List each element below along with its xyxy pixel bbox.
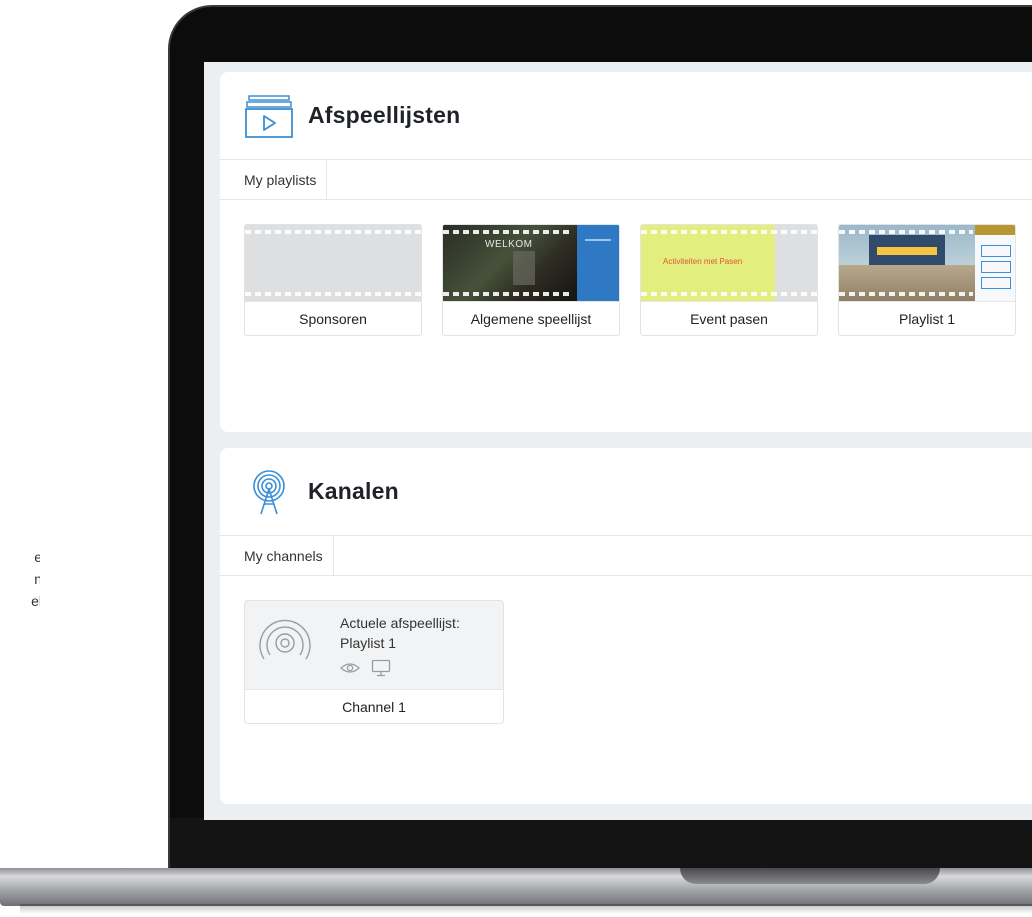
- channel-card-preview: Actuele afspeellijst: Playlist 1: [245, 601, 503, 689]
- playlist-card-label: Algemene speellijst: [443, 301, 619, 335]
- playlists-header: Afspeellijsten: [220, 72, 1032, 160]
- playlist-icon: [244, 91, 294, 141]
- channel-info: Actuele afspeellijst: Playlist 1: [340, 613, 460, 653]
- playlists-panel: Afspeellijsten My playlists Sponsoren WE: [220, 72, 1032, 432]
- playlist-card[interactable]: WELKOM Algemene speellijst: [442, 224, 620, 336]
- thumbnail-text: WELKOM: [485, 239, 533, 250]
- channels-title: Kanalen: [308, 478, 399, 504]
- current-playlist-label: Actuele afspeellijst:: [340, 615, 460, 631]
- tab-my-channels[interactable]: My channels: [220, 536, 334, 575]
- eye-icon[interactable]: [340, 661, 360, 680]
- playlist-thumbnail: [839, 225, 1015, 301]
- playlist-card[interactable]: Activiteiten met Pasen Event pasen: [640, 224, 818, 336]
- channels-tabbar: My channels: [220, 536, 1032, 576]
- channel-card-label: Channel 1: [245, 689, 503, 723]
- laptop-base-notch: [680, 868, 940, 884]
- playlist-card[interactable]: Playlist 1: [838, 224, 1016, 336]
- playlist-card-label: Sponsoren: [245, 301, 421, 335]
- side-text-line-3: el: [31, 593, 40, 609]
- channels-panel: Kanalen My channels Actuele afspeellijst…: [220, 448, 1032, 804]
- channels-header: Kanalen: [220, 448, 1032, 536]
- playlist-thumbnail: Activiteiten met Pasen: [641, 225, 817, 301]
- monitor-icon[interactable]: [371, 659, 391, 682]
- laptop-shadow: [20, 904, 1032, 914]
- broadcast-icon: [244, 467, 294, 517]
- playlist-thumbnail: WELKOM: [443, 225, 619, 301]
- cropped-side-text: e n el: [0, 545, 40, 625]
- side-text-line-1: e: [34, 549, 40, 565]
- playlist-card-label: Event pasen: [641, 301, 817, 335]
- app-screen: Afspeellijsten My playlists Sponsoren WE: [204, 62, 1032, 820]
- tab-my-playlists[interactable]: My playlists: [220, 160, 328, 199]
- current-playlist-value: Playlist 1: [340, 635, 397, 651]
- broadcast-icon: [257, 615, 313, 676]
- playlist-card[interactable]: Sponsoren: [244, 224, 422, 336]
- laptop-bezel-bottom: [168, 818, 1032, 870]
- playlists-title: Afspeellijsten: [308, 102, 461, 128]
- playlists-tabbar: My playlists: [220, 160, 1032, 200]
- side-text-line-2: n: [34, 571, 40, 587]
- thumbnail-text: Activiteiten met Pasen: [663, 257, 743, 266]
- playlist-card-label: Playlist 1: [839, 301, 1015, 335]
- playlist-thumbnail: [245, 225, 421, 301]
- channel-card[interactable]: Actuele afspeellijst: Playlist 1 Channel…: [244, 600, 504, 724]
